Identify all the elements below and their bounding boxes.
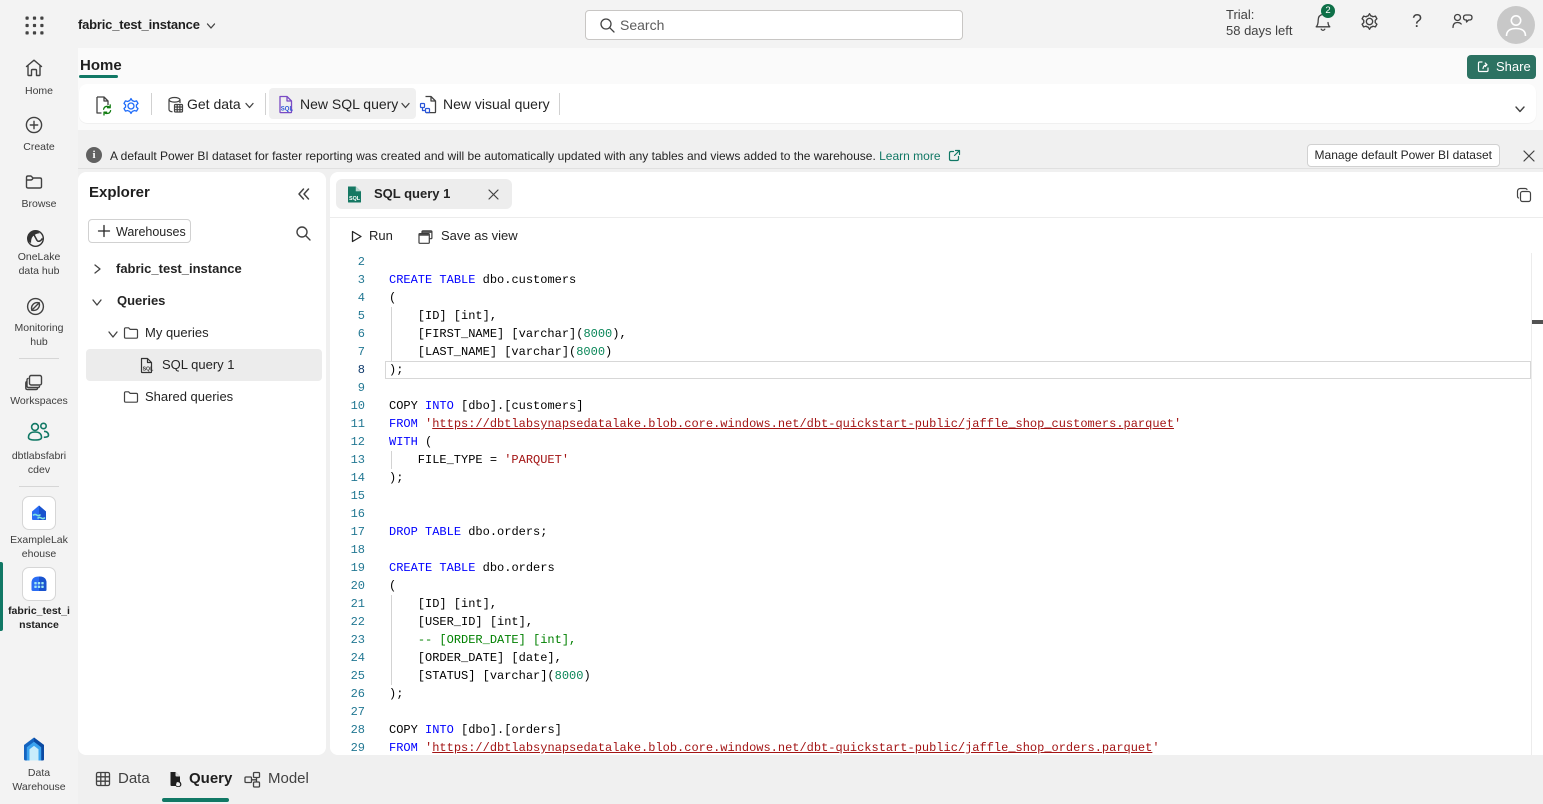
svg-text:SQL: SQL (281, 107, 294, 113)
svg-text:SQL: SQL (143, 366, 154, 372)
svg-text:SQL: SQL (349, 196, 361, 202)
